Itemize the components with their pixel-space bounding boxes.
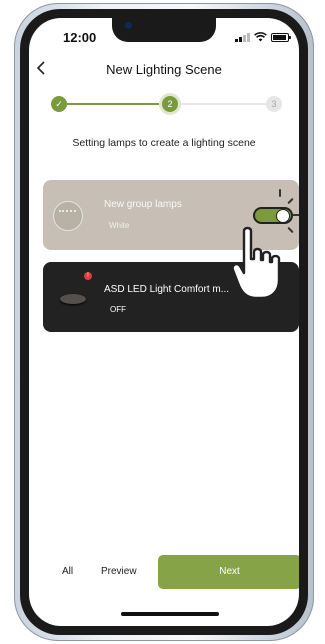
notch: [112, 18, 216, 42]
bottom-action-bar: All Preview Next: [29, 552, 299, 592]
highlight-ray-icon: [292, 214, 299, 216]
step-1-check: ✓: [51, 96, 67, 112]
instruction-text: Setting lamps to create a lighting scene: [72, 137, 256, 149]
highlight-ray-icon: [287, 197, 294, 205]
status-time: 12:00: [63, 30, 97, 45]
card-name: ASD LED Light Comfort m...: [104, 284, 230, 295]
step-3-upcoming: 3: [266, 96, 282, 112]
stepper: ✓ 2 3: [51, 96, 283, 114]
toggle-knob: [276, 209, 290, 223]
pointing-hand-icon: [232, 226, 281, 300]
wifi-icon: [253, 32, 267, 42]
step-2-current: 2: [162, 96, 178, 112]
home-indicator[interactable]: [121, 612, 219, 616]
next-button[interactable]: Next: [158, 555, 299, 589]
signal-icon: [235, 33, 250, 42]
camera-icon: [125, 22, 132, 29]
stepper-line-pending: [178, 103, 266, 105]
card-status: White: [109, 221, 130, 230]
group-toggle-switch[interactable]: [253, 207, 293, 224]
page-title: New Lighting Scene: [106, 62, 222, 77]
stepper-line-done: [67, 103, 162, 105]
alert-badge: !: [84, 272, 92, 280]
all-button[interactable]: All: [62, 566, 73, 577]
preview-button[interactable]: Preview: [101, 566, 137, 577]
battery-icon: [270, 33, 291, 42]
card-name: New group lamps: [104, 199, 182, 210]
app-screen: 12:00 New Lighting Scene ✓ 2 3 Setting l…: [29, 18, 299, 626]
highlight-ray-icon: [279, 189, 281, 197]
lamp-group-icon: [53, 201, 83, 231]
ceiling-light-icon: [60, 294, 86, 304]
status-icons: [235, 30, 291, 42]
card-status: OFF: [110, 305, 126, 314]
